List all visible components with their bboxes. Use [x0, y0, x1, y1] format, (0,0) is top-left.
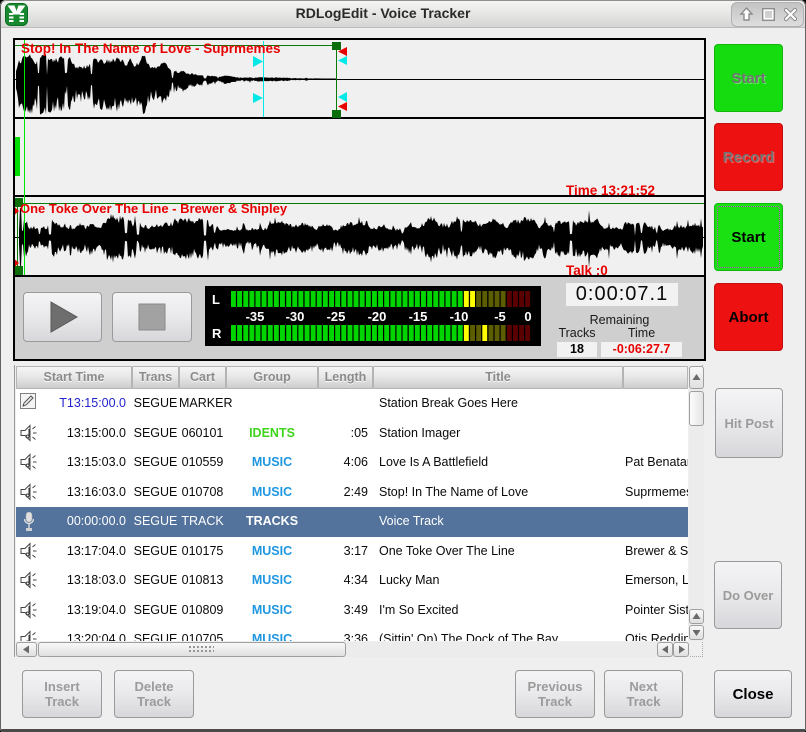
svg-text:-25: -25: [327, 309, 346, 324]
svg-text:-30: -30: [286, 309, 305, 324]
svg-text:-35: -35: [246, 309, 265, 324]
svg-text:0: 0: [524, 309, 531, 324]
svg-text:-10: -10: [450, 309, 469, 324]
svg-text:-15: -15: [409, 309, 428, 324]
svg-text:-20: -20: [368, 309, 387, 324]
svg-text:R: R: [212, 326, 222, 341]
svg-text:-5: -5: [494, 309, 506, 324]
svg-text:L: L: [212, 292, 220, 307]
